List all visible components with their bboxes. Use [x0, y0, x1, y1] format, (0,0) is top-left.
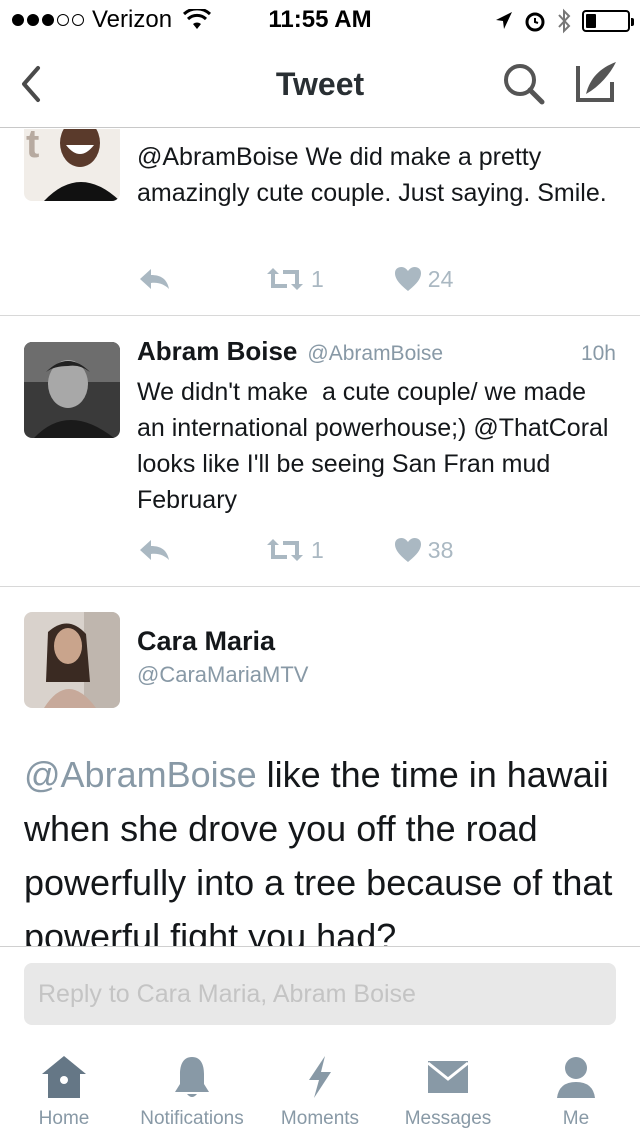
heart-icon	[394, 267, 421, 291]
reply-button[interactable]	[137, 538, 171, 562]
main-tweet-text: @AbramBoise like the time in hawaii when…	[24, 754, 613, 946]
avatar[interactable]	[24, 342, 120, 438]
reply-button[interactable]	[137, 267, 171, 291]
bluetooth-icon	[558, 8, 571, 34]
tab-label: Notifications	[140, 1108, 244, 1129]
like-button[interactable]: 24	[394, 265, 454, 293]
tweet-author-handle[interactable]: @AbramBoise	[307, 342, 443, 366]
bell-icon	[175, 1057, 209, 1097]
status-bar: Verizon 11:55 AM	[0, 0, 640, 40]
tweet-text: @AbramBoise We did make a pretty amazing…	[137, 143, 607, 207]
reply-input[interactable]	[24, 963, 616, 1025]
alarm-icon	[525, 12, 545, 32]
tweet-item[interactable]: t @AbramBoise We did make a pretty amazi…	[0, 129, 640, 316]
tab-bar: Home Notifications Moments Messages Me	[0, 1038, 640, 1136]
person-icon	[557, 1057, 595, 1098]
tab-label: Messages	[404, 1108, 492, 1129]
retweet-button[interactable]: 1	[265, 537, 324, 564]
tweet-text: We didn't make a cute couple/ we made an…	[137, 378, 616, 514]
tab-messages[interactable]: Messages	[384, 1052, 512, 1130]
reply-icon	[140, 269, 169, 289]
like-count: 38	[427, 536, 454, 563]
svg-text:t: t	[26, 129, 39, 166]
retweet-count: 1	[311, 536, 324, 563]
tab-label: Home	[38, 1108, 90, 1129]
heart-icon	[394, 538, 421, 562]
tab-notifications[interactable]: Notifications	[128, 1052, 256, 1130]
tab-label: Me	[562, 1108, 590, 1129]
avatar[interactable]	[24, 612, 120, 708]
tweet-author-name[interactable]: Abram Boise	[137, 336, 297, 367]
tab-moments[interactable]: Moments	[256, 1052, 384, 1130]
like-button[interactable]: 38	[394, 536, 454, 564]
retweet-count: 1	[311, 265, 324, 292]
home-icon	[42, 1056, 86, 1098]
like-count: 24	[427, 265, 454, 292]
tab-me[interactable]: Me	[512, 1052, 640, 1130]
location-arrow-icon	[496, 12, 512, 29]
search-icon[interactable]	[500, 60, 548, 108]
reply-icon	[140, 540, 169, 560]
avatar[interactable]: t	[24, 129, 120, 201]
envelope-icon	[427, 1061, 469, 1093]
main-tweet-author-name[interactable]: Cara Maria	[137, 626, 275, 657]
tweet-item[interactable]: Abram Boise @AbramBoise 10h We didn't ma…	[0, 316, 640, 587]
main-tweet-author[interactable]: Cara Maria @CaraMariaMTV	[0, 586, 640, 736]
mention-link[interactable]: @AbramBoise	[24, 754, 257, 795]
tab-home[interactable]: Home	[0, 1052, 128, 1130]
tab-label: Moments	[280, 1108, 360, 1129]
reply-bar	[0, 946, 640, 1038]
compose-icon[interactable]	[572, 58, 620, 106]
battery-icon	[582, 10, 634, 32]
retweet-button[interactable]: 1	[265, 266, 324, 293]
main-tweet-text-container: @AbramBoise like the time in hawaii when…	[0, 736, 640, 946]
retweet-icon	[267, 539, 303, 561]
navigation-bar: Tweet	[0, 40, 640, 128]
main-tweet-author-handle[interactable]: @CaraMariaMTV	[137, 662, 308, 688]
tweet-timestamp: 10h	[580, 342, 616, 365]
lightning-icon	[309, 1056, 331, 1098]
retweet-icon	[267, 268, 303, 290]
